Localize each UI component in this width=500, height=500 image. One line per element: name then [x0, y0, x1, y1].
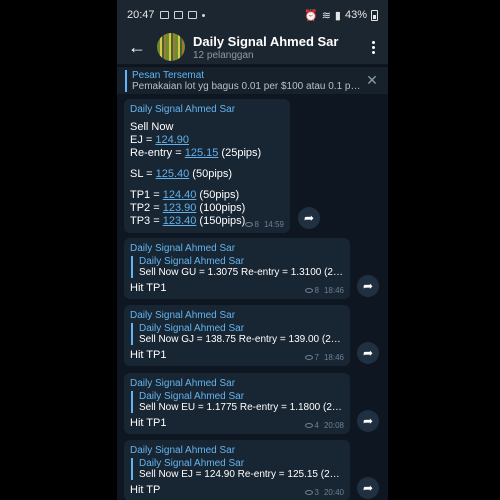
message-meta: 4 20:08 [304, 421, 344, 430]
battery-percent: 43% [344, 9, 367, 21]
views-icon [304, 288, 313, 293]
quoted-text: Sell Now EU = 1.1775 Re-entry = 1.1800 (… [139, 402, 344, 413]
channel-avatar[interactable] [157, 33, 185, 61]
quoted-text: Sell Now GJ = 138.75 Re-entry = 139.00 (… [139, 334, 344, 345]
reply-quote[interactable]: Daily Signal Ahmed Sar Sell Now GU = 1.3… [131, 256, 344, 278]
message-time: 18:46 [323, 353, 344, 362]
signal-icon: ▮ [334, 9, 341, 22]
share-icon[interactable]: ➦ [357, 477, 379, 499]
message-meta: 3 20:40 [304, 488, 344, 497]
view-count: 8 [254, 220, 259, 229]
pinned-message-bar[interactable]: Pesan Tersemat Pemakaian lot yg bagus 0.… [117, 66, 388, 94]
message-time: 20:40 [323, 488, 344, 497]
pinned-text: Pemakaian lot yg bagus 0.01 per $100 ata… [132, 80, 364, 92]
message-author: Daily Signal Ahmed Sar [130, 104, 236, 115]
message-author: Daily Signal Ahmed Sar [130, 243, 236, 254]
quoted-text: Sell Now EJ = 124.90 Re-entry = 125.15 (… [139, 469, 344, 480]
view-count: 7 [314, 353, 319, 362]
pinned-title: Pesan Tersemat [132, 69, 205, 81]
message-time: 20:08 [323, 421, 344, 430]
gallery-icon [159, 11, 169, 19]
reply-quote[interactable]: Daily Signal Ahmed Sar Sell Now EJ = 124… [131, 458, 344, 480]
quoted-author: Daily Signal Ahmed Sar [139, 256, 245, 267]
share-icon[interactable]: ➦ [357, 275, 379, 297]
status-time: 20:47 [127, 9, 155, 21]
price-link[interactable]: 123.40 [163, 215, 197, 227]
message-bubble[interactable]: Daily Signal Ahmed Sar Daily Signal Ahme… [124, 238, 350, 299]
notification-icon [173, 11, 183, 19]
quoted-author: Daily Signal Ahmed Sar [139, 391, 245, 402]
message-meta: 7 18:46 [304, 353, 344, 362]
subscriber-count: 12 pelanggan [193, 49, 254, 61]
message-bubble[interactable]: Daily Signal Ahmed Sar Daily Signal Ahme… [124, 373, 350, 434]
views-icon [304, 423, 313, 428]
cloud-icon [187, 11, 197, 19]
message-time: 18:46 [323, 286, 344, 295]
price-link[interactable]: 125.40 [156, 168, 190, 180]
reply-quote[interactable]: Daily Signal Ahmed Sar Sell Now GJ = 138… [131, 323, 344, 345]
close-icon[interactable]: ✕ [364, 72, 380, 89]
back-arrow-icon[interactable]: ← [125, 37, 149, 58]
message-bubble[interactable]: Daily Signal Ahmed Sar Sell Now EJ = 124… [124, 99, 290, 233]
more-notifications-icon [201, 13, 205, 17]
price-link[interactable]: 125.15 [185, 147, 219, 159]
channel-info[interactable]: Daily Signal Ahmed Sar 12 pelanggan [193, 34, 366, 61]
message-author: Daily Signal Ahmed Sar [130, 445, 236, 456]
share-icon[interactable]: ➦ [357, 342, 379, 364]
status-bar: 20:47 ⏰ ≋ ▮ 43% [117, 0, 388, 30]
battery-icon [371, 9, 378, 21]
view-count: 4 [314, 421, 319, 430]
pinned-indicator [125, 69, 127, 92]
message-meta: 8 14:59 [244, 220, 284, 229]
message-author: Daily Signal Ahmed Sar [130, 378, 236, 389]
price-link[interactable]: 124.40 [163, 189, 197, 201]
message-meta: 8 18:46 [304, 286, 344, 295]
message-body: Sell Now EJ = 124.90 Re-entry = 125.15 (… [130, 121, 284, 228]
share-icon[interactable]: ➦ [298, 207, 320, 229]
view-count: 3 [314, 488, 319, 497]
share-icon[interactable]: ➦ [357, 410, 379, 432]
price-link[interactable]: 123.90 [163, 202, 197, 214]
price-link[interactable]: 124.90 [155, 134, 189, 146]
more-menu-icon[interactable] [366, 40, 380, 54]
chat-header: ← Daily Signal Ahmed Sar 12 pelanggan [117, 30, 388, 64]
reply-quote[interactable]: Daily Signal Ahmed Sar Sell Now EU = 1.1… [131, 391, 344, 413]
alarm-icon: ⏰ [303, 9, 318, 22]
signal-direction: Sell Now [130, 121, 174, 133]
phone-screen: 20:47 ⏰ ≋ ▮ 43% ← Daily Signal Ahmed Sar… [117, 0, 388, 500]
views-icon [244, 222, 253, 227]
views-icon [304, 490, 313, 495]
message-bubble[interactable]: Daily Signal Ahmed Sar Daily Signal Ahme… [124, 440, 350, 500]
wifi-icon: ≋ [321, 9, 331, 22]
quoted-author: Daily Signal Ahmed Sar [139, 458, 245, 469]
view-count: 8 [314, 286, 319, 295]
message-author: Daily Signal Ahmed Sar [130, 310, 236, 321]
channel-title: Daily Signal Ahmed Sar [193, 33, 339, 49]
quoted-author: Daily Signal Ahmed Sar [139, 323, 245, 334]
message-time: 14:59 [263, 220, 284, 229]
message-bubble[interactable]: Daily Signal Ahmed Sar Daily Signal Ahme… [124, 305, 350, 366]
quoted-text: Sell Now GU = 1.3075 Re-entry = 1.3100 (… [139, 267, 344, 278]
views-icon [304, 355, 313, 360]
